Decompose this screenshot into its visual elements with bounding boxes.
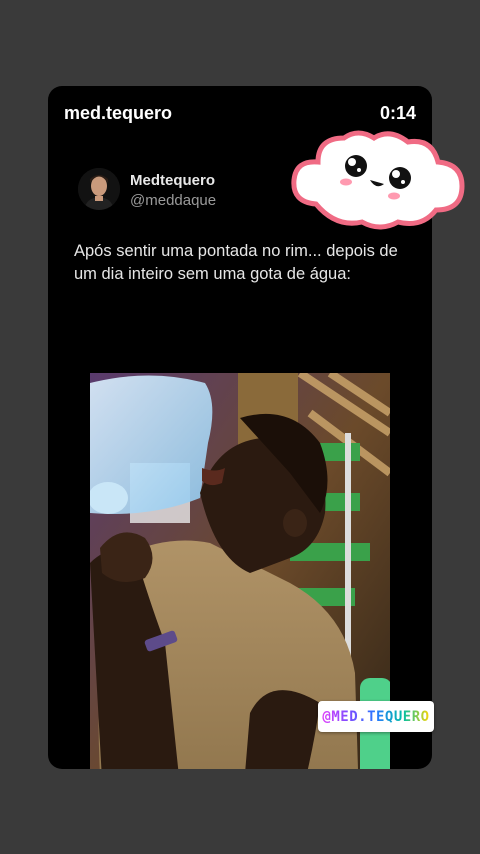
story-account-name[interactable]: med.tequero [64, 103, 172, 124]
cloud-icon [291, 130, 465, 230]
post-author-name[interactable]: Medtequero [130, 172, 215, 189]
video-timestamp: 0:14 [379, 103, 416, 123]
post-author-handle[interactable]: @meddaque [130, 192, 216, 209]
avatar[interactable] [78, 168, 120, 210]
kawaii-cloud-sticker [286, 124, 468, 234]
post-text: Após sentir uma pontada no rim... depois… [74, 242, 398, 283]
watermark-sticker: @MED.TEQUERO [318, 701, 434, 732]
watermark-text: @MED.TEQUERO [322, 708, 430, 725]
avatar-image [78, 168, 120, 210]
